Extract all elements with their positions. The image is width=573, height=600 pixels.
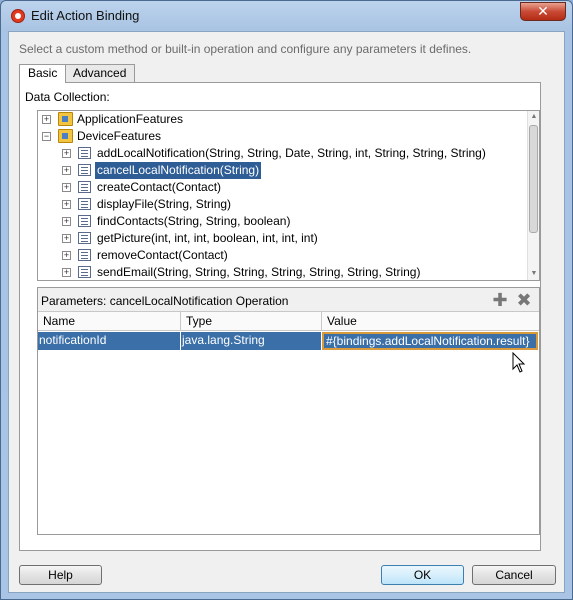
scroll-up-icon[interactable]: ▲ [529,112,539,122]
tree-node-label: removeContact(Contact) [97,248,228,262]
method-icon [78,249,91,261]
tree-node-label: createContact(Contact) [97,180,222,194]
expand-icon[interactable]: + [42,115,51,124]
column-header-type[interactable]: Type [181,312,322,331]
scroll-down-icon[interactable]: ▼ [529,269,539,279]
parameters-panel: Parameters: cancelLocalNotification Oper… [37,287,540,535]
expand-icon[interactable]: + [62,251,71,260]
tree-scrollbar[interactable]: ▲ ▼ [527,111,539,280]
ok-button[interactable]: OK [381,565,464,585]
expand-icon[interactable]: + [62,268,71,277]
data-collection-tree[interactable]: + ApplicationFeatures − DeviceFeatures +… [37,110,540,281]
method-icon [78,266,91,278]
method-icon [78,181,91,193]
column-header-name[interactable]: Name [38,312,181,331]
folder-icon [58,112,73,126]
data-collection-label: Data Collection: [25,90,110,104]
tree-node-label: cancelLocalNotification(String) [95,162,262,179]
scroll-thumb[interactable] [529,125,538,233]
window-title: Edit Action Binding [31,8,140,23]
method-icon [78,164,91,176]
tab-basic[interactable]: Basic [19,64,67,83]
table-row[interactable]: notificationId java.lang.String #{bindin… [38,332,539,350]
param-name-cell[interactable]: notificationId [38,332,181,350]
parameters-header: Parameters: cancelLocalNotification Oper… [38,288,539,312]
method-icon [78,215,91,227]
param-value-cell[interactable]: #{bindings.addLocalNotification.result} [322,332,538,350]
column-header-value[interactable]: Value [322,312,541,331]
help-button[interactable]: Help [19,565,102,585]
expand-icon[interactable]: + [62,183,71,192]
method-icon [78,232,91,244]
collapse-icon[interactable]: − [42,132,51,141]
tree-node-label: sendEmail(String, String, String, String… [97,265,421,279]
tree-node-label: getPicture(int, int, int, boolean, int, … [97,231,318,245]
tree-node-label: findContacts(String, String, boolean) [97,214,291,228]
tab-advanced[interactable]: Advanced [64,64,136,82]
edit-action-binding-dialog: Edit Action Binding ✕ Select a custom me… [0,0,573,600]
close-button[interactable]: ✕ [520,2,566,21]
expand-icon[interactable]: + [62,166,71,175]
instruction-text: Select a custom method or built-in opera… [19,42,472,56]
folder-icon [58,129,73,143]
tree-node-label: displayFile(String, String) [97,197,232,211]
remove-icon[interactable]: ✖ [516,291,532,309]
mouse-cursor-icon [512,352,526,373]
tree-node-label: ApplicationFeatures [77,112,184,126]
parameters-table-header: Name Type Value [38,312,539,331]
app-logo-icon [11,9,25,23]
dialog-content: Select a custom method or built-in opera… [8,31,565,593]
method-icon [78,147,91,159]
expand-icon[interactable]: + [62,217,71,226]
expand-icon[interactable]: + [62,149,71,158]
title-bar: Edit Action Binding ✕ [1,1,572,31]
tree-node-label: DeviceFeatures [77,129,162,143]
add-icon[interactable]: ✚ [492,291,508,309]
expand-icon[interactable]: + [62,234,71,243]
parameters-title: Parameters: cancelLocalNotification Oper… [41,294,289,308]
tree-node-label: addLocalNotification(String, String, Dat… [97,146,486,160]
method-icon [78,198,91,210]
param-type-cell[interactable]: java.lang.String [181,332,322,350]
cancel-button[interactable]: Cancel [472,565,556,585]
expand-icon[interactable]: + [62,200,71,209]
